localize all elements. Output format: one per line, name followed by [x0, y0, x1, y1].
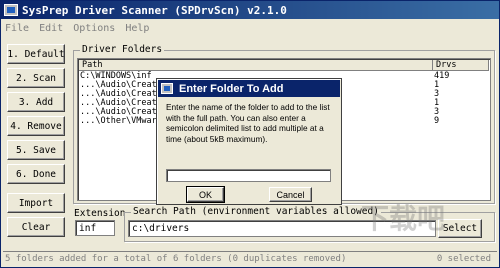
menu-file[interactable]: File — [1, 23, 34, 34]
menu-options[interactable]: Options — [68, 23, 120, 34]
app-icon — [4, 4, 18, 16]
done-button[interactable]: 6. Done — [7, 164, 65, 184]
status-text: 5 folders added for a total of 6 folders… — [5, 254, 347, 264]
table-row[interactable]: ...\Other\VMware — [80, 117, 162, 126]
menu-help[interactable]: Help — [120, 23, 154, 34]
search-path-label: Search Path (environment variables allow… — [131, 206, 381, 217]
ok-button[interactable]: OK — [186, 186, 225, 203]
clear-button[interactable]: Clear — [7, 217, 65, 237]
main-window: SysPrep Driver Scanner (SPDrvScn) v2.1.0… — [0, 0, 500, 268]
window-title: SysPrep Driver Scanner (SPDrvScn) v2.1.0 — [22, 3, 287, 17]
scan-button[interactable]: 2. Scan — [7, 68, 65, 88]
column-header-drvs[interactable]: Drvs — [433, 60, 489, 71]
extension-label: Extension — [74, 208, 126, 219]
dialog-title-bar[interactable]: Enter Folder To Add — [158, 80, 340, 97]
title-bar[interactable]: SysPrep Driver Scanner (SPDrvScn) v2.1.0 — [1, 1, 499, 19]
dialog-title: Enter Folder To Add — [179, 82, 284, 95]
status-selected: 0 selected — [436, 254, 491, 264]
menu-edit[interactable]: Edit — [34, 23, 68, 34]
driver-folders-label: Driver Folders — [80, 44, 165, 55]
enter-folder-dialog: Enter Folder To Add Enter the name of th… — [156, 78, 342, 205]
add-button[interactable]: 3. Add — [7, 92, 65, 112]
status-bar: 5 folders added for a total of 6 folders… — [3, 251, 497, 266]
default-button[interactable]: 1. Default — [7, 44, 65, 64]
row-path: ...\Other\VMware — [80, 116, 162, 126]
menu-bar: File Edit Options Help — [1, 20, 499, 37]
watermark-logo: 下载吧 — [361, 202, 446, 235]
cancel-button[interactable]: Cancel — [269, 187, 312, 202]
import-button[interactable]: Import — [7, 193, 65, 213]
remove-button[interactable]: 4. Remove — [7, 116, 65, 136]
dialog-app-icon — [161, 83, 173, 94]
folder-input[interactable] — [166, 169, 331, 182]
extension-input[interactable]: inf — [75, 220, 115, 236]
row-drvs: 9 — [434, 116, 440, 126]
save-button[interactable]: 5. Save — [7, 140, 65, 160]
column-header-path[interactable]: Path — [79, 60, 433, 71]
dialog-message: Enter the name of the folder to add to t… — [166, 102, 330, 144]
